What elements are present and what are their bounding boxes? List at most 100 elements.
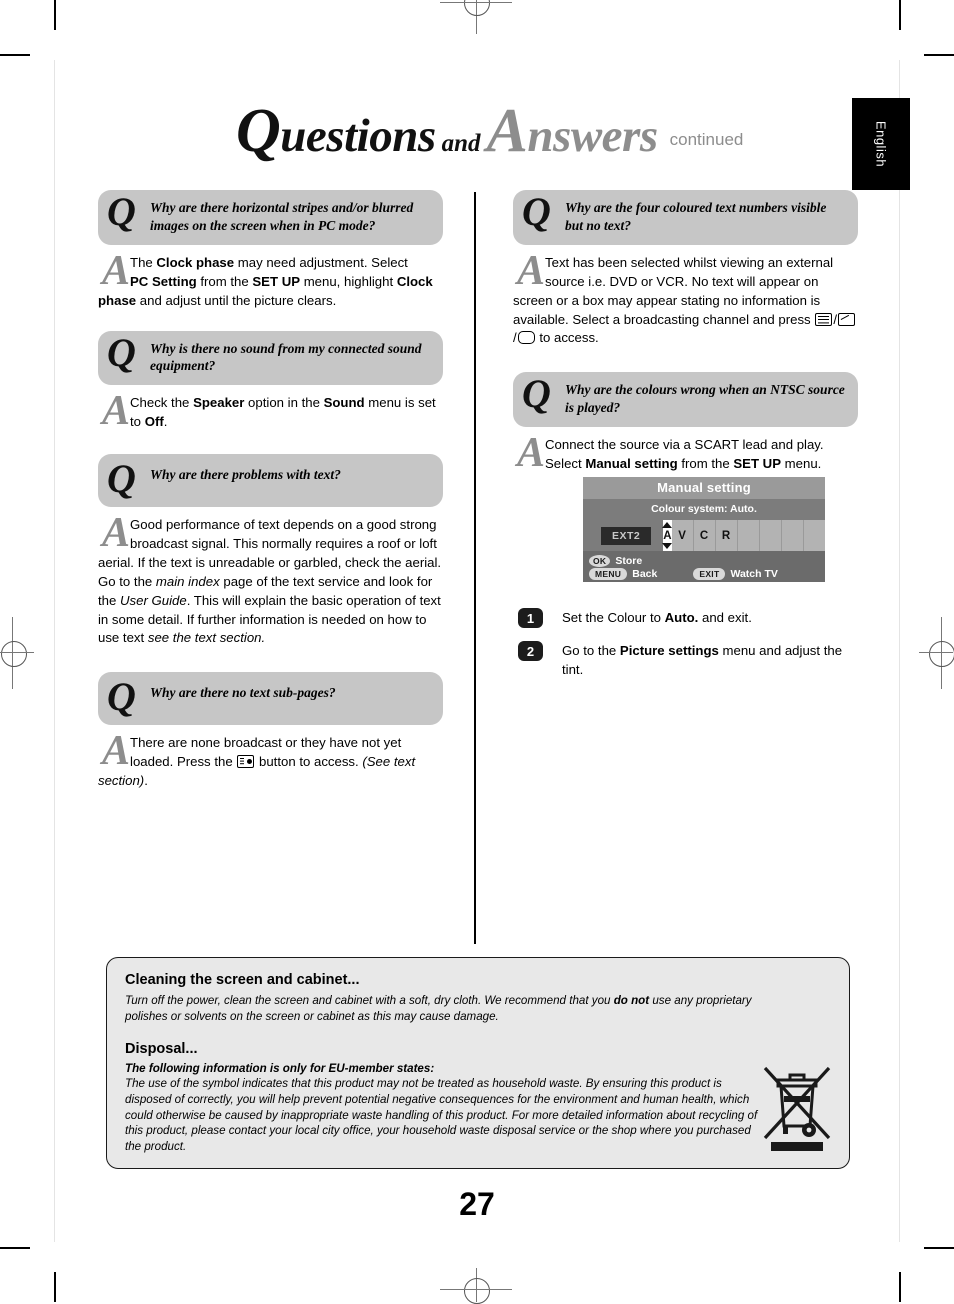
menu-key-label: Back: [632, 568, 658, 580]
trim-line-right: [899, 60, 900, 1242]
osd-name-cell[interactable]: [737, 520, 760, 551]
osd-name-row: EXT2 A V C R: [583, 520, 825, 551]
osd-selected-char: A: [663, 529, 672, 542]
care-and-disposal-box: Cleaning the screen and cabinet... Turn …: [106, 957, 850, 1169]
crop-mark-bottom-left-v: [54, 1272, 56, 1302]
question-text: Why are the four coloured text numbers v…: [565, 200, 827, 233]
answer-text: Good performance of text depends on a go…: [98, 517, 442, 646]
list-item: 2 Go to the Picture settings menu and ad…: [518, 641, 858, 679]
step-number-badge: 2: [518, 641, 543, 661]
question-box: Q Why are there no text sub-pages?: [98, 672, 443, 726]
osd-name-cell[interactable]: R: [715, 520, 738, 551]
qa-item: Q Why are there no text sub-pages? A The…: [98, 672, 443, 791]
step-list: 1 Set the Colour to Auto. and exit. 2 Go…: [518, 608, 858, 692]
crop-mark-top-left-v: [54, 0, 56, 30]
question-text: Why are there no text sub-pages?: [150, 685, 336, 701]
crop-mark-top-left-h: [0, 54, 30, 56]
osd-source-label: EXT2: [601, 526, 652, 545]
osd-name-cell[interactable]: V: [671, 520, 694, 551]
answer-block: A Text has been selected whilst viewing …: [513, 250, 858, 348]
question-box: Q Why are there problems with text?: [98, 454, 443, 508]
osd-name-cell[interactable]: [781, 520, 804, 551]
disposal-body: The use of the symbol indicates that thi…: [125, 1076, 758, 1154]
osd-name-cell[interactable]: [803, 520, 825, 551]
answer-block: A Good performance of text depends on a …: [98, 510, 443, 648]
answer-mark-letter: A: [102, 388, 131, 435]
osd-footer-row: MENU Back EXIT Watch TV: [589, 568, 825, 580]
chevron-up-icon[interactable]: [662, 522, 673, 528]
menu-key-badge[interactable]: MENU: [589, 568, 628, 580]
answer-text: The Clock phase may need adjustment. Sel…: [98, 254, 433, 308]
answer-block: A There are none broadcast or they have …: [98, 728, 443, 791]
sub-page-button-icon: [237, 755, 255, 769]
trim-line-left: [54, 60, 55, 1242]
left-column: Q Why are there horizontal stripes and/o…: [98, 190, 443, 799]
question-box: Q Why are the four coloured text numbers…: [513, 190, 858, 245]
language-tab: English: [852, 98, 910, 190]
language-tab-label: English: [873, 120, 889, 168]
page-number: 27: [459, 1186, 495, 1222]
qa-item: Q Why are there horizontal stripes and/o…: [98, 190, 443, 311]
exit-key-label: Watch TV: [730, 568, 778, 580]
crop-mark-bottom-right-h: [924, 1247, 954, 1249]
right-column: Q Why are the four coloured text numbers…: [513, 190, 858, 482]
answer-mark-letter: A: [102, 510, 131, 557]
page-title: Questions andAnswers continued: [236, 96, 856, 165]
registration-mark-bottom: [464, 1278, 490, 1304]
registration-line-left-h: [0, 652, 34, 653]
chevron-down-icon[interactable]: [662, 543, 673, 549]
page-title-continued: continued: [669, 130, 744, 149]
reveal-button-icon: [837, 312, 855, 326]
question-text: Why are the colours wrong when an NTSC s…: [565, 382, 845, 416]
question-box: Q Why are there horizontal stripes and/o…: [98, 190, 443, 245]
question-text: Why are there horizontal stripes and/or …: [150, 200, 414, 233]
list-item: 1 Set the Colour to Auto. and exit.: [518, 608, 858, 628]
crop-mark-top-right-v: [899, 0, 901, 30]
question-mark-letter: Q: [107, 456, 136, 502]
page-title-questions: Questions: [236, 97, 436, 165]
text-button-icon: [815, 312, 833, 326]
ok-key-label: Store: [615, 555, 643, 567]
question-mark-letter: Q: [522, 371, 551, 417]
question-box: Q Why are the colours wrong when an NTSC…: [513, 371, 858, 428]
osd-name-cell[interactable]: C: [693, 520, 716, 551]
step-text: Go to the Picture settings menu and adju…: [562, 643, 843, 677]
disposal-lead: The following information is only for EU…: [125, 1061, 435, 1075]
registration-line-right-h: [919, 652, 953, 653]
osd-footer: OK Store MENU Back EXIT Watch TV: [583, 551, 825, 582]
osd-colour-system-label: Colour system: Auto.: [651, 503, 757, 515]
step-number-badge: 1: [518, 608, 543, 628]
answer-mark-letter: A: [102, 247, 131, 294]
cleaning-heading: Cleaning the screen and cabinet...: [125, 972, 360, 988]
answer-text: Text has been selected whilst viewing an…: [513, 254, 858, 348]
page-title-answers: Answers: [486, 97, 659, 165]
answer-mark-letter: A: [102, 728, 131, 775]
ok-key-badge[interactable]: OK: [589, 555, 611, 567]
question-mark-letter: Q: [107, 674, 136, 720]
registration-line-top-h: [440, 2, 512, 3]
osd-name-cell[interactable]: [759, 520, 782, 551]
question-mark-letter: Q: [107, 329, 136, 375]
qa-item: Q Why are the four coloured text numbers…: [513, 190, 858, 348]
registration-mark-left: [1, 641, 27, 667]
answer-block: A The Clock phase may need adjustment. S…: [98, 247, 443, 311]
crop-mark-bottom-left-h: [0, 1247, 30, 1249]
answer-block: A Connect the source via a SCART lead an…: [513, 432, 858, 474]
registration-mark-right: [929, 641, 954, 667]
exit-key-badge[interactable]: EXIT: [693, 568, 726, 580]
weee-crossed-out-bin-icon: [761, 1060, 833, 1152]
column-divider: [474, 192, 476, 944]
question-text: Why are there problems with text?: [150, 467, 341, 483]
osd-char-selector[interactable]: A: [662, 520, 673, 551]
qa-item: Q Why is there no sound from my connecte…: [98, 329, 443, 435]
osd-name-cells: V C R: [671, 520, 825, 551]
question-box: Q Why is there no sound from my connecte…: [98, 329, 443, 386]
answer-text: Check the Speaker option in the Sound me…: [130, 395, 436, 430]
registration-line-bottom-h: [440, 1289, 512, 1290]
crop-mark-top-right-h: [924, 54, 954, 56]
hold-button-icon: [517, 331, 535, 345]
question-text: Why is there no sound from my connected …: [150, 340, 422, 374]
qa-item: Q Why are the colours wrong when an NTSC…: [513, 372, 858, 474]
qa-item: Q Why are there problems with text? A Go…: [98, 454, 443, 648]
cleaning-body: Turn off the power, clean the screen and…: [125, 994, 752, 1023]
